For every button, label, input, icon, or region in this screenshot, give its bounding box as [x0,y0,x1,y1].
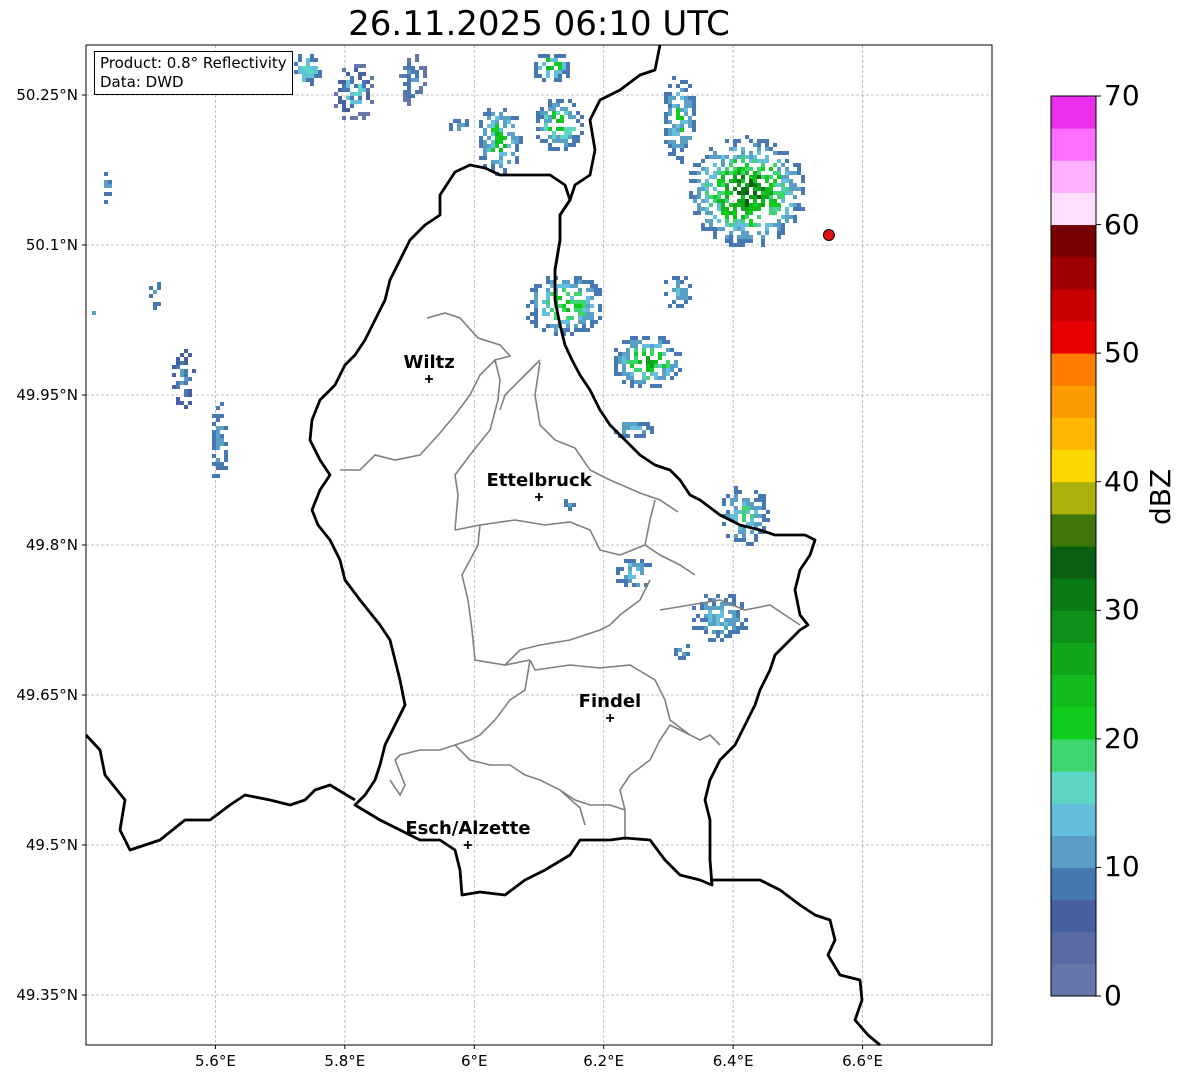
city-marker [463,841,472,849]
colorbar-tick-label: 10 [1104,850,1140,884]
colorbar-tick-label: 70 [1104,79,1140,112]
colorbar-segment [1051,385,1096,418]
colorbar-segment [1051,963,1096,997]
echo-cell [674,644,690,660]
colorbar-segment [1051,674,1096,708]
echo-cell [664,276,692,308]
lon-tick-label: 5.8°E [324,1052,366,1070]
lat-tick-label: 50.25°N [16,86,78,104]
city-markers [424,375,615,849]
colorbar-segment [1051,128,1096,161]
lon-tick-label: 6.4°E [712,1052,754,1070]
colorbar-segment [1051,321,1096,354]
colorbar-segment [1051,899,1096,933]
colorbar-segment [1051,96,1096,129]
echo-cell [692,594,748,642]
echo-cell [689,135,805,247]
colorbar-segment [1051,256,1096,290]
echo-cell [92,311,96,315]
radar-site-marker [822,229,835,241]
echo-cell [614,336,682,388]
lat-tick-label: 49.5°N [25,836,78,854]
echo-cell [149,282,161,310]
radar-map [82,44,1101,1049]
colorbar-segment [1051,642,1096,676]
colorbar-segment [1051,353,1096,386]
product-info-box: Product: 0.8° Reflectivity Data: DWD [94,51,293,95]
lat-tick-label: 49.8°N [25,536,78,554]
city-label: Wiltz [403,352,455,373]
lat-tick-label: 49.95°N [16,386,78,404]
data-source-label: Data: DWD [100,73,184,91]
city-marker [535,493,543,501]
colorbar-tick-label: 50 [1104,336,1140,370]
colorbar-segment [1051,706,1096,740]
echo-cell [449,119,469,131]
echo-cell [536,99,584,151]
colorbar [1050,95,1101,997]
colorbar-tick-label: 20 [1104,721,1140,755]
colorbar-segment [1051,417,1096,451]
lon-tick-label: 6.2°E [583,1052,625,1070]
echo-cell [334,64,374,120]
colorbar-segment [1051,192,1096,226]
colorbar-tick-label: 0 [1104,979,1122,1012]
echo-cell [479,108,523,176]
city-marker [606,714,615,722]
echo-cell [294,54,322,86]
lat-tick-label: 49.65°N [16,686,78,704]
colorbar-segment [1051,288,1096,322]
colorbar-tick-label: 40 [1104,464,1140,498]
colorbar-segment [1051,546,1096,579]
lon-tick-label: 6°E [461,1052,488,1070]
echo-cell [399,54,427,106]
colorbar-tick-label: 30 [1104,593,1140,627]
graticule [86,45,992,1045]
colorbar-segment [1051,481,1096,515]
colorbar-segment [1051,160,1096,193]
colorbar-segment [1051,835,1096,868]
colorbar-segment [1051,449,1096,483]
lat-tick-label: 50.1°N [25,236,78,254]
city-label: Findel [578,691,642,712]
colorbar-segment [1051,224,1096,258]
colorbar-segment [1051,738,1096,772]
echo-cell [212,402,228,478]
colorbar-segment [1051,867,1096,901]
echo-cell [534,54,570,82]
canton-boundaries [340,312,801,840]
colorbar-segment [1051,610,1096,643]
lon-tick-label: 6.6°E [842,1052,883,1070]
echo-cell [722,486,770,546]
echo-cell [616,559,652,587]
echo-cell [564,499,576,511]
product-label: Product: 0.8° Reflectivity [100,54,287,72]
colorbar-segment [1051,578,1096,611]
lon-tick-label: 5.6°E [195,1052,236,1070]
colorbar-segment [1051,771,1096,804]
colorbar-tick-label: 60 [1104,207,1140,241]
city-label: Esch/Alzette [405,818,531,839]
colorbar-segment [1051,513,1096,547]
city-marker [424,375,433,383]
city-label: Ettelbruck [486,470,592,491]
colorbar-segment [1051,803,1096,836]
lat-tick-label: 49.35°N [16,986,78,1004]
echo-cell [664,76,696,164]
echo-cell [526,276,602,336]
colorbar-label: dBZ [1144,468,1177,525]
echo-cell [104,172,112,204]
echo-cell [172,349,196,409]
colorbar-segment [1051,931,1096,965]
